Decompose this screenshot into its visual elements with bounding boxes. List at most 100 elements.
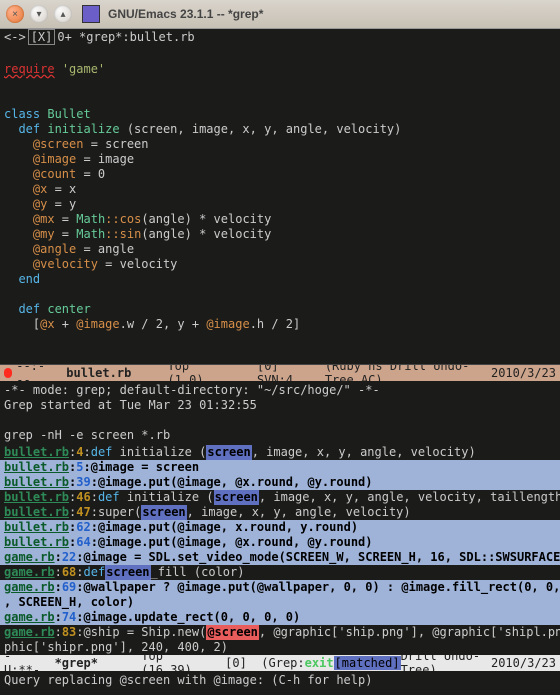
ivar-my: @my	[4, 227, 55, 241]
ml2-modes-l: (Grep:	[261, 656, 304, 670]
grep-line[interactable]: bullet.rb:46: def initialize (screen, im…	[0, 490, 560, 505]
close-icon: ×	[12, 9, 18, 20]
const-math: Math	[76, 227, 105, 241]
grep-file: bullet.rb	[4, 445, 69, 460]
minibuffer[interactable]: Query replacing @screen with @image: (C-…	[0, 671, 560, 690]
grep-match: screen	[105, 565, 150, 580]
grep-line[interactable]: game.rb:68: def screen_fill (color)	[0, 565, 560, 580]
ivar-angle: @angle	[4, 242, 76, 256]
ivar-screen: @screen	[4, 137, 83, 151]
maximize-button[interactable]: ▴	[54, 5, 72, 23]
cls-bullet: Bullet	[47, 107, 90, 121]
grep-lineno: 68	[62, 565, 76, 580]
sep: ::	[105, 227, 119, 241]
fn-sin: sin	[120, 227, 142, 241]
tab-close-box[interactable]: [X]	[28, 29, 56, 45]
grep-line[interactable]: game.rb:83: @ship = Ship.new(@screen, @g…	[0, 625, 560, 640]
grep-text: _fill (color)	[151, 565, 245, 580]
grep-current-match: @screen	[206, 625, 259, 640]
grep-line[interactable]: game.rb:69: @wallpaper ? @image.put(@wal…	[0, 580, 560, 595]
grep-match: screen	[214, 490, 259, 505]
modeline-grep[interactable]: -U:**- *grep* Top (16,39) [0] (Grep:exit…	[0, 655, 560, 671]
emacs-icon	[82, 5, 100, 23]
back-arrow-icon[interactable]: <-	[4, 30, 18, 44]
grep-line[interactable]: bullet.rb:47: super(screen, image, x, y,…	[0, 505, 560, 520]
ml2-date: 2010/3/23	[491, 656, 556, 670]
grep-results[interactable]: bullet.rb:4: def initialize (screen, ima…	[0, 445, 560, 655]
ml2-buffer: *grep*	[55, 656, 98, 670]
ivar-x2: @x	[40, 317, 54, 331]
grep-file: game.rb	[4, 550, 55, 565]
ml2-exit: exit	[305, 656, 334, 670]
ivar-image3: @image	[206, 317, 249, 331]
params: (screen, image, x, y, angle, velocity)	[120, 122, 402, 136]
code-buffer[interactable]: require 'game' class Bullet def initiali…	[0, 45, 560, 365]
ivar-x: @x	[4, 182, 47, 196]
minimize-icon: ▾	[36, 9, 41, 20]
ml-modes: (Ruby hs Drill Undo-Tree AC)	[325, 365, 491, 381]
grep-line-wrap: phic['shipr.png'], 240, 400, 2)	[0, 640, 560, 655]
grep-file: game.rb	[4, 625, 55, 640]
tab-bar[interactable]: <- > [X] 0+ *grep*:bullet.rb	[0, 29, 560, 45]
ml-buffer: bullet.rb	[66, 366, 131, 380]
grep-line[interactable]: bullet.rb:62: @image.put(@image, x.round…	[0, 520, 560, 535]
grep-lineno: 74	[62, 610, 76, 625]
ivar-y: @y	[4, 197, 47, 211]
grep-file: game.rb	[4, 610, 55, 625]
grep-file: game.rb	[4, 580, 55, 595]
grep-lineno: 47	[76, 505, 90, 520]
grep-line[interactable]: bullet.rb:39: @image.put(@image, @x.roun…	[0, 475, 560, 490]
kw-end: end	[4, 272, 40, 286]
close-button[interactable]: ×	[6, 5, 24, 23]
grep-file: bullet.rb	[4, 490, 69, 505]
grep-lineno: 46	[76, 490, 90, 505]
grep-text: @ship = Ship.new(	[84, 625, 207, 640]
grep-text: phic['shipr.png'], 240, 400, 2)	[4, 640, 228, 655]
grep-text: @image = SDL.set_video_mode(SCREEN_W, SC…	[84, 550, 560, 565]
fn-initialize: initialize	[47, 122, 119, 136]
ivar-velocity: @velocity	[4, 257, 98, 271]
grep-lineno: 5	[76, 460, 83, 475]
grep-line[interactable]: game.rb:22: @image = SDL.set_video_mode(…	[0, 550, 560, 565]
grep-line[interactable]: bullet.rb:5: @image = screen	[0, 460, 560, 475]
grep-text: @image.put(@image, @x.round, @y.round)	[98, 475, 373, 490]
modeline-bullet[interactable]: --:--- bullet.rb Top (1,0) [0] SVN:4 (Ru…	[0, 365, 560, 381]
minibuffer-text: Query replacing @screen with @image: (C-…	[4, 673, 372, 687]
grep-file: bullet.rb	[4, 535, 69, 550]
ml2-match: [matched]	[334, 656, 401, 670]
forward-arrow-icon[interactable]: >	[18, 30, 25, 44]
const-math: Math	[76, 212, 105, 226]
grep-file: bullet.rb	[4, 475, 69, 490]
grep-text: @image.put(@image, x.round, y.round)	[98, 520, 358, 535]
grep-h2: Grep started at Tue Mar 23 01:32:55	[4, 398, 257, 412]
ml2-pos: Top (16,39)	[141, 655, 203, 671]
grep-file: game.rb	[4, 565, 55, 580]
grep-text: @image.update_rect(0, 0, 0, 0)	[84, 610, 301, 625]
grep-h1: -*- mode: grep; default-directory: "~/sr…	[4, 383, 380, 397]
fn-center: center	[47, 302, 90, 316]
grep-text: , image, x, y, angle, velocity, tailleng…	[259, 490, 560, 505]
grep-lineno: 62	[76, 520, 90, 535]
ml-pos: Top (1,0)	[167, 365, 220, 381]
grep-lineno: 22	[62, 550, 76, 565]
maximize-icon: ▴	[60, 9, 65, 20]
grep-lineno: 39	[76, 475, 90, 490]
grep-lineno: 4	[76, 445, 83, 460]
grep-line-wrap: , SCREEN_H, color)	[0, 595, 560, 610]
grep-line[interactable]: bullet.rb:4: def initialize (screen, ima…	[0, 445, 560, 460]
grep-lineno: 83	[62, 625, 76, 640]
grep-text: , SCREEN_H, color)	[4, 595, 134, 610]
tab-label: 0+ *grep*:bullet.rb	[57, 30, 194, 44]
grep-text: @image.put(@image, @x.round, @y.round)	[98, 535, 373, 550]
grep-header[interactable]: -*- mode: grep; default-directory: "~/sr…	[0, 381, 560, 445]
window-titlebar: × ▾ ▴ GNU/Emacs 23.1.1 -- *grep*	[0, 0, 560, 29]
minimize-button[interactable]: ▾	[30, 5, 48, 23]
kw-class: class	[4, 107, 40, 121]
record-icon	[4, 368, 12, 378]
ml2-modes-r: Drill Undo-Tree)	[401, 655, 491, 671]
grep-line[interactable]: bullet.rb:64: @image.put(@image, @x.roun…	[0, 535, 560, 550]
ivar-count: @count	[4, 167, 76, 181]
grep-h4: grep -nH -e screen *.rb	[4, 428, 170, 442]
ml2-status: -U:**-	[4, 655, 40, 671]
grep-line[interactable]: game.rb:74: @image.update_rect(0, 0, 0, …	[0, 610, 560, 625]
